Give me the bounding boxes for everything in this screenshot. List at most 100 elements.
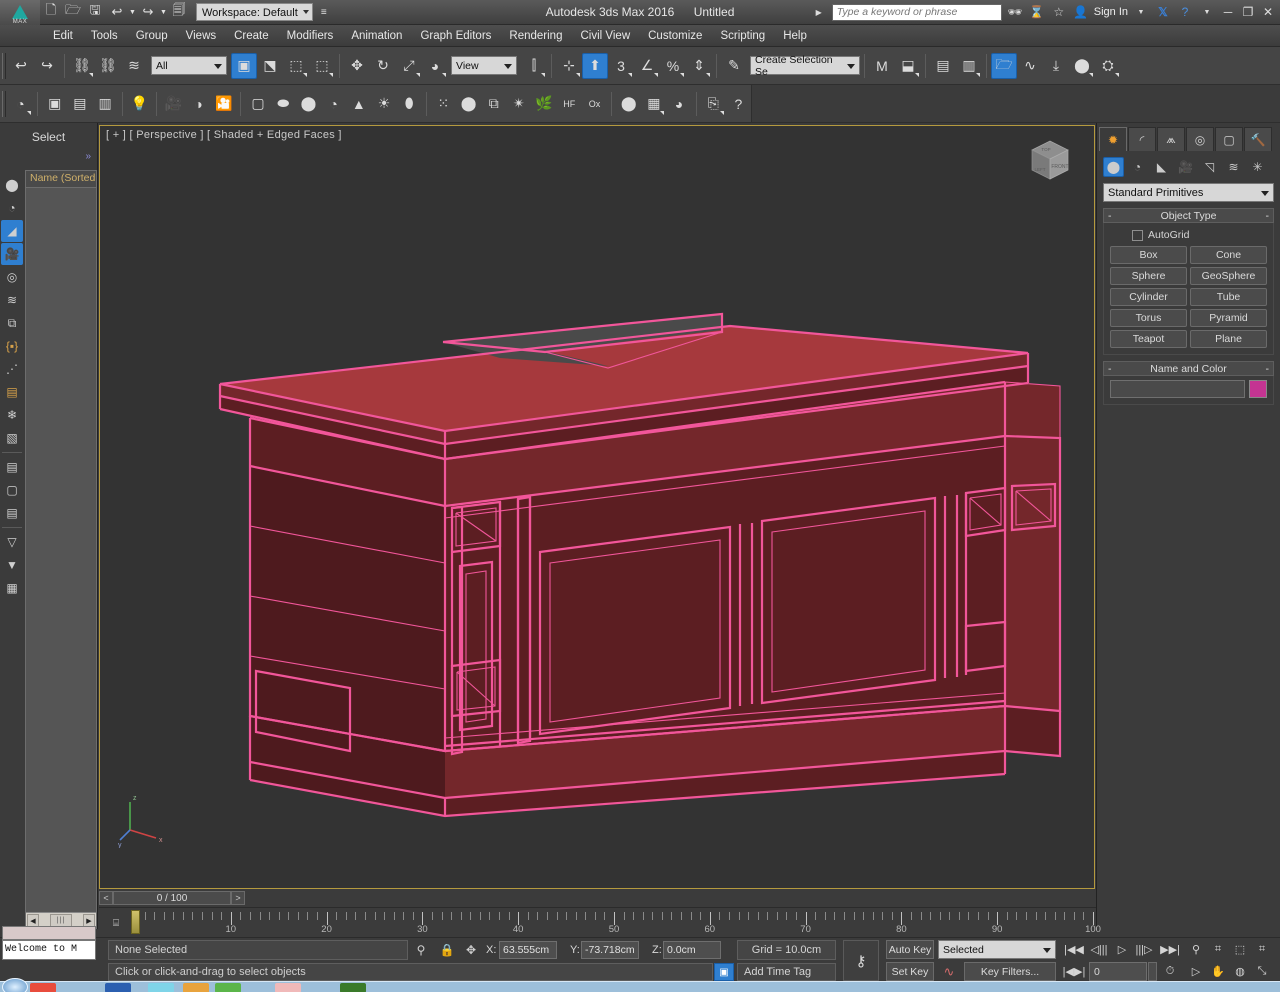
open-file-icon[interactable]: 🗁	[62, 1, 84, 23]
menu-item-tools[interactable]: Tools	[82, 28, 127, 44]
bind-to-space-warp-icon[interactable]: ≋	[121, 53, 147, 79]
infocenter-arrow-icon[interactable]: ▶	[810, 8, 828, 17]
new-scene-icon[interactable]: 🗋	[40, 1, 62, 23]
grass-icon[interactable]: 🌿	[532, 91, 557, 117]
hair-and-fur-icon[interactable]: HF	[557, 91, 582, 117]
geosphere-button[interactable]: GeoSphere	[1190, 267, 1267, 285]
display-invert-icon[interactable]: ▤	[1, 502, 23, 524]
binoculars-icon[interactable]: 🕶	[1006, 5, 1024, 19]
select-and-rotate-icon[interactable]: ↻	[370, 53, 396, 79]
snap-3d-icon[interactable]: 3	[608, 53, 634, 79]
filter-icon[interactable]: ▽	[1, 531, 23, 553]
menu-item-civil-view[interactable]: Civil View	[571, 28, 639, 44]
project-folder-icon[interactable]: 🗐	[168, 1, 190, 23]
tube-button[interactable]: Tube	[1190, 288, 1267, 306]
align-icon[interactable]: ⬓	[895, 53, 921, 79]
space-warp-icon[interactable]: ⧉	[481, 91, 506, 117]
torus-button[interactable]: Torus	[1110, 309, 1187, 327]
workspace-menu-icon[interactable]: ≡	[313, 1, 335, 23]
menu-item-group[interactable]: Group	[127, 28, 177, 44]
angle-snap-toggle-icon[interactable]: ∠	[634, 53, 660, 79]
app-logo-button[interactable]: MAX	[0, 0, 40, 25]
key-mode-icon[interactable]: ⚷	[843, 940, 879, 981]
time-slider-handle[interactable]	[131, 910, 140, 934]
undo-dropdown-icon[interactable]: ▼	[128, 1, 137, 23]
display-none-icon[interactable]: ▢	[1, 479, 23, 501]
camera-match-icon[interactable]: ◑	[186, 91, 211, 117]
sphere-gizmo-icon[interactable]: ⬤	[616, 91, 641, 117]
unlink-selection-icon[interactable]: ⛓	[95, 53, 121, 79]
redo-icon[interactable]: ↪	[137, 1, 159, 23]
name-and-color-header[interactable]: - Name and Color -	[1103, 361, 1274, 376]
layer-explorer-icon[interactable]: ▤	[930, 53, 956, 79]
coord-z-field[interactable]: 0.0cm	[663, 941, 721, 959]
object-color-swatch[interactable]	[1249, 380, 1267, 398]
maxscript-mini-listener[interactable]: Welcome to M	[2, 940, 96, 960]
minimize-icon[interactable]: ─	[1220, 5, 1236, 19]
systems-icon[interactable]: ✳	[1247, 157, 1268, 177]
scene-explorer-column-header[interactable]: Name (Sorted	[26, 171, 96, 188]
next-frame-button[interactable]: >	[231, 891, 245, 905]
mirror-icon[interactable]: M	[869, 53, 895, 79]
rectangular-selection-region-icon[interactable]: ⬚	[283, 53, 309, 79]
camera-icon[interactable]: 🎥	[161, 91, 186, 117]
sphere-button[interactable]: Sphere	[1110, 267, 1187, 285]
dynamics-icon[interactable]: ⬤	[456, 91, 481, 117]
rollout-handle-icon[interactable]: -	[1266, 363, 1270, 375]
taskbar-item[interactable]	[215, 983, 241, 992]
menu-item-animation[interactable]: Animation	[342, 28, 411, 44]
render-frame-window-icon[interactable]: ▣	[42, 91, 67, 117]
close-icon[interactable]: ✕	[1260, 5, 1276, 19]
taskbar-item[interactable]	[275, 983, 301, 992]
subscription-icon[interactable]: ⌛	[1028, 5, 1046, 19]
lights-filter-icon[interactable]: ◢	[1, 220, 23, 242]
auto-key-button[interactable]: Auto Key	[886, 940, 934, 959]
exchange-icon[interactable]: 𝕏	[1154, 5, 1172, 19]
shapes-filter-icon[interactable]: ◔	[1, 197, 23, 219]
geometry-icon[interactable]: ⬤	[1103, 157, 1124, 177]
cone-icon[interactable]: ▲	[346, 91, 371, 117]
particles-filter-icon[interactable]: ❄	[1, 404, 23, 426]
object-name-input[interactable]	[1110, 380, 1245, 398]
help-icon[interactable]: ?	[1176, 5, 1194, 19]
autogrid-row[interactable]: AutoGrid	[1110, 227, 1267, 246]
timeline-ruler[interactable]: 10 20 30 40 50 60 70 80 90 100	[135, 908, 1101, 938]
ellipsoid-icon[interactable]: ⬮	[397, 91, 422, 117]
select-and-scale-icon[interactable]: ⤢	[396, 53, 422, 79]
plane-primitive-icon[interactable]: ▢	[245, 91, 270, 117]
cylinder-button[interactable]: Cylinder	[1110, 288, 1187, 306]
display-all-icon[interactable]: ▤	[1, 456, 23, 478]
menu-item-rendering[interactable]: Rendering	[500, 28, 571, 44]
select-by-name-icon[interactable]: ⬔	[257, 53, 283, 79]
field-of-view-button[interactable]: ▷	[1186, 962, 1206, 981]
orbit-button[interactable]: ◍	[1230, 962, 1250, 981]
next-frame-button[interactable]: |||▷	[1132, 940, 1156, 959]
toolbar-grip-2[interactable]	[2, 90, 6, 117]
percent-snap-toggle-icon[interactable]: %	[660, 53, 686, 79]
render-animation-icon[interactable]: 🎦	[211, 91, 236, 117]
redo-icon[interactable]: ↪	[34, 53, 60, 79]
material-editor-icon[interactable]: ⬤	[1069, 53, 1095, 79]
toolbar-grip[interactable]	[2, 52, 6, 79]
reference-coordinate-combo[interactable]: View	[451, 56, 517, 75]
material-library-icon[interactable]: ▦	[641, 91, 666, 117]
bones-filter-icon[interactable]: ⋰	[1, 358, 23, 380]
use-pivot-point-center-icon[interactable]: ⫿	[521, 53, 547, 79]
play-animation-button[interactable]: ▷	[1112, 940, 1132, 959]
help-chevron-icon[interactable]: ▼	[1198, 9, 1216, 16]
teapot-icon[interactable]: ◔	[8, 91, 33, 117]
spinner-snap-toggle-icon[interactable]: ⇕	[686, 53, 712, 79]
shapes-icon[interactable]: ◔	[1127, 157, 1148, 177]
select-and-move-icon[interactable]: ✥	[344, 53, 370, 79]
scene-explorer-list[interactable]: Name (Sorted ◀ ||| ▶	[25, 170, 97, 929]
taskbar-item[interactable]	[30, 983, 56, 992]
helpers-icon[interactable]: ◹	[1199, 157, 1220, 177]
create-tab[interactable]: ✹	[1099, 127, 1127, 151]
xrefs-filter-icon[interactable]: {▪}	[1, 335, 23, 357]
autogrid-checkbox[interactable]	[1132, 229, 1143, 241]
star-icon[interactable]: ☆	[1050, 5, 1068, 19]
restore-icon[interactable]: ❐	[1240, 5, 1256, 19]
window-crossing-icon[interactable]: ⬚	[309, 53, 335, 79]
time-configuration-button[interactable]: ⏱	[1160, 962, 1180, 981]
set-key-button[interactable]: Set Key	[886, 962, 934, 981]
